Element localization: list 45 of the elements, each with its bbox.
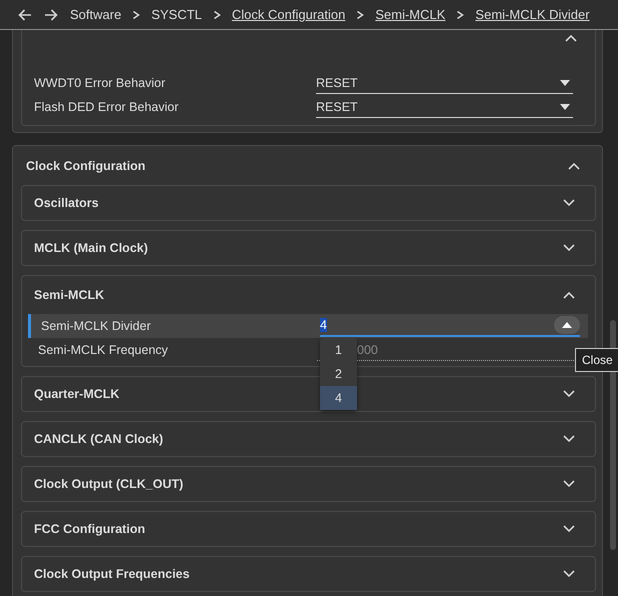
section-title[interactable]: Semi-MCLK — [34, 288, 104, 302]
dropdown-field[interactable]: RESET — [316, 72, 573, 94]
chevron-right-icon[interactable] — [132, 10, 140, 20]
section-title[interactable]: MCLK (Main Clock) — [34, 241, 148, 255]
section-title[interactable]: CANCLK (CAN Clock) — [34, 432, 164, 446]
section-title[interactable]: Clock Configuration — [26, 158, 146, 172]
section-title[interactable]: FCC Configuration — [34, 522, 146, 536]
section-title[interactable]: Clock Output (CLK_OUT) — [34, 477, 184, 491]
dropdown-toggle-button[interactable] — [554, 316, 580, 334]
chevron-down-icon[interactable] — [563, 244, 575, 252]
dropdown-option[interactable]: 1 — [320, 338, 357, 362]
caret-up-icon — [562, 322, 572, 328]
field-label: Flash DED Error Behavior — [34, 100, 180, 114]
chevron-right-icon[interactable] — [456, 10, 464, 20]
chevron-down-icon[interactable] — [563, 199, 575, 207]
dropdown-option[interactable]: 2 — [320, 362, 357, 386]
breadcrumb-item[interactable]: SYSCTL — [151, 7, 202, 22]
breadcrumb-link[interactable]: Clock Configuration — [232, 7, 346, 22]
field-label: WWDT0 Error Behavior — [34, 76, 166, 90]
forward-arrow-icon[interactable] — [44, 8, 58, 20]
tooltip: Close — [575, 348, 618, 372]
dropdown-field[interactable]: RESET — [316, 96, 573, 118]
chevron-down-icon[interactable] — [563, 480, 575, 488]
section-title[interactable]: Clock Output Frequencies — [34, 567, 190, 581]
breadcrumb-link[interactable]: Semi-MCLK Divider — [475, 7, 590, 22]
back-arrow-icon[interactable] — [18, 8, 32, 20]
chevron-right-icon[interactable] — [356, 10, 364, 20]
chevron-down-icon[interactable] — [563, 390, 575, 398]
chevron-up-icon[interactable] — [563, 291, 575, 299]
dropdown-field[interactable]: 4 — [320, 315, 580, 337]
chevron-up-icon[interactable] — [568, 162, 580, 170]
chevron-down-icon[interactable] — [563, 435, 575, 443]
caret-down-icon[interactable] — [560, 80, 570, 86]
field-label: Semi-MCLK Divider — [41, 319, 152, 333]
section-title[interactable]: Oscillators — [34, 196, 99, 210]
chevron-right-icon[interactable] — [212, 10, 221, 20]
section-title[interactable]: Quarter-MCLK — [34, 387, 120, 401]
chevron-down-icon[interactable] — [563, 570, 575, 578]
dropdown-option[interactable]: 4 — [320, 386, 357, 410]
caret-down-icon[interactable] — [560, 104, 570, 110]
chevron-down-icon[interactable] — [563, 525, 575, 533]
chevron-up-icon[interactable] — [565, 34, 577, 42]
breadcrumb-link[interactable]: Semi-MCLK — [375, 7, 446, 22]
breadcrumb-item[interactable]: Software — [70, 7, 122, 22]
field-label: Semi-MCLK Frequency — [38, 343, 169, 357]
